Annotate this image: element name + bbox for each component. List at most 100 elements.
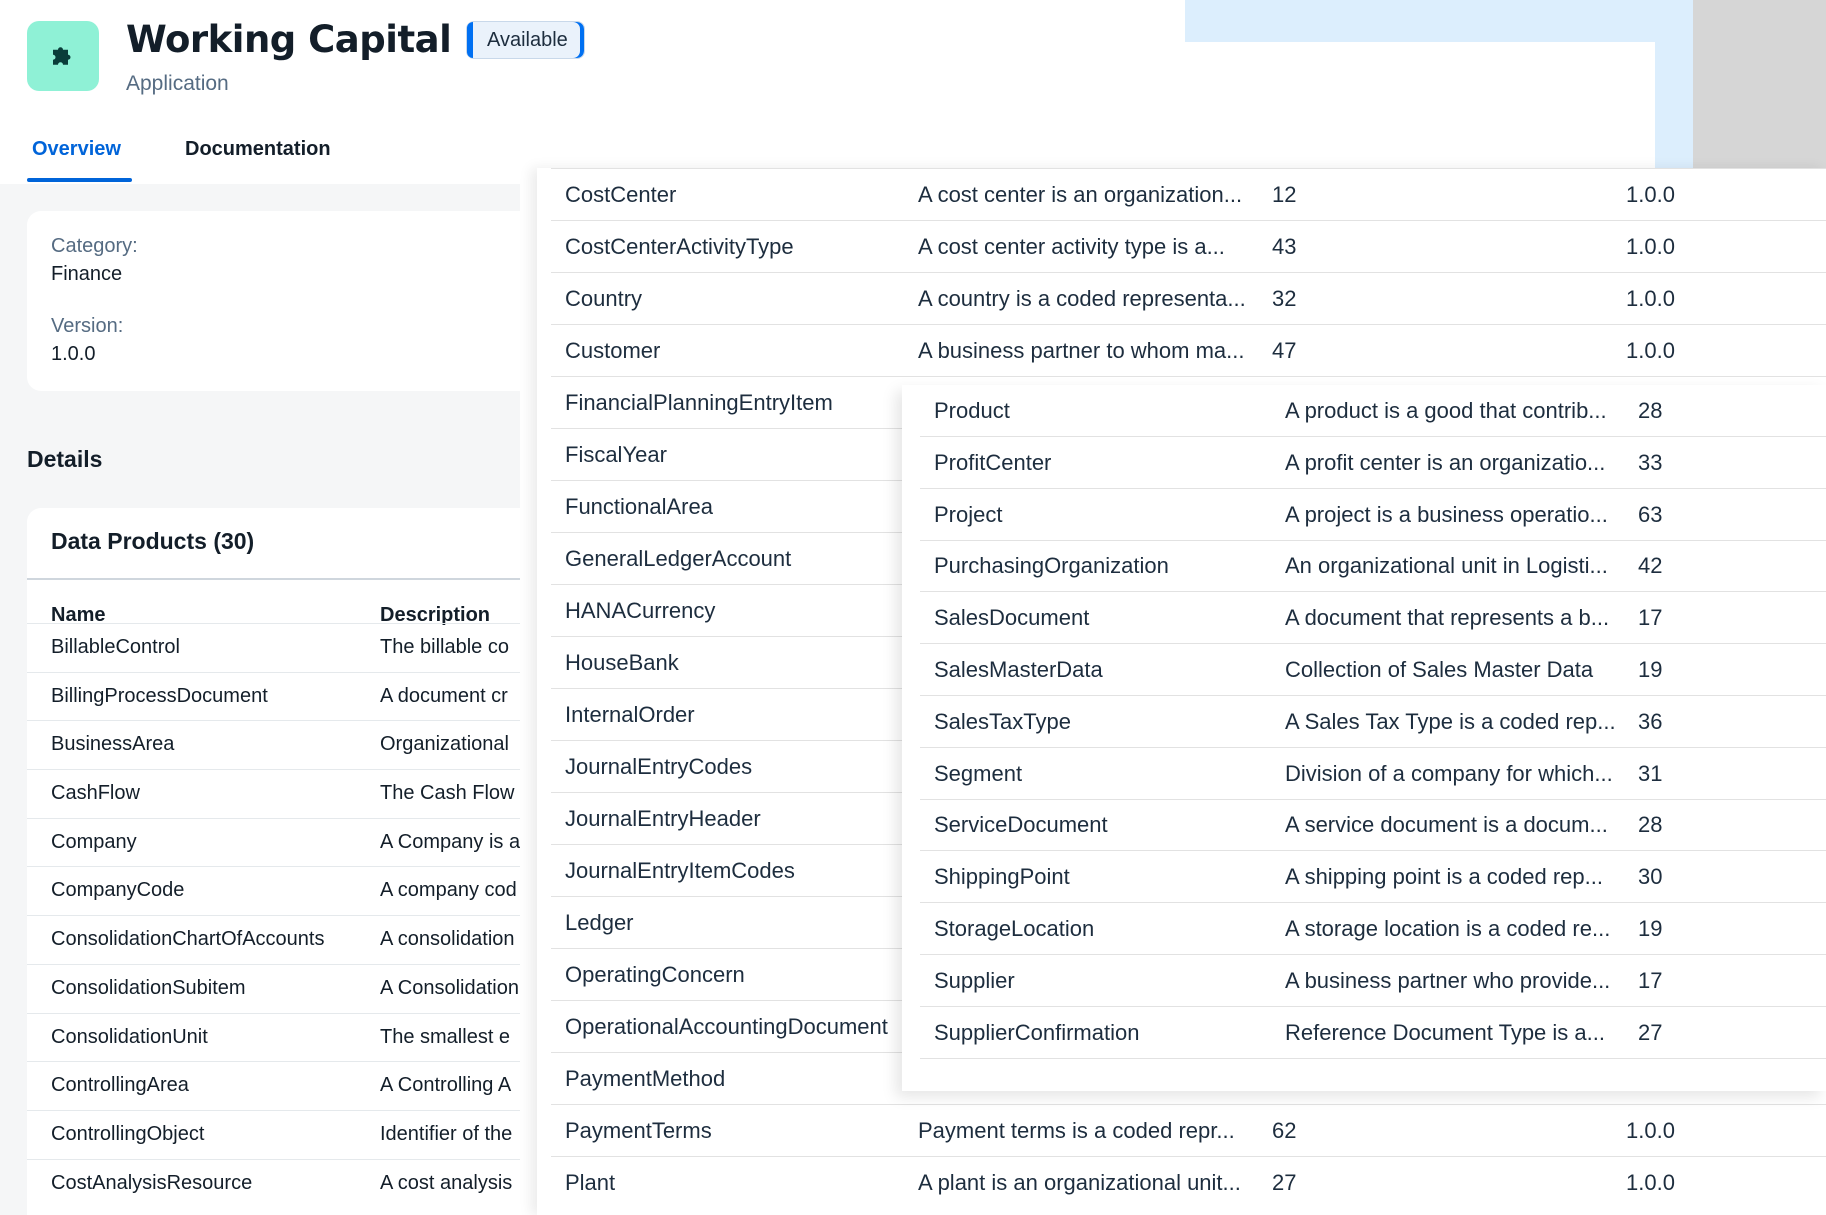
item-description: A business partner to whom ma... bbox=[918, 338, 1245, 363]
table-row[interactable]: Company A Company is a bbox=[27, 817, 520, 867]
list-item[interactable]: ShippingPoint A shipping point is a coded… bbox=[920, 851, 1826, 904]
list-item[interactable]: Plant A plant is an organizational unit..… bbox=[551, 1156, 1826, 1208]
list-item[interactable]: PaymentTerms Payment terms is a coded rep… bbox=[551, 1104, 1826, 1156]
row-description: A document cr bbox=[380, 684, 508, 707]
list-item[interactable]: PurchasingOrganization An organizational … bbox=[920, 540, 1826, 593]
details-heading: Details bbox=[27, 446, 103, 472]
item-description: Payment terms is a coded repr... bbox=[918, 1118, 1235, 1143]
item-count: 12 bbox=[1272, 182, 1297, 207]
item-name: ShippingPoint bbox=[934, 864, 1070, 890]
list-item[interactable]: Segment Division of a company for which..… bbox=[920, 748, 1826, 800]
item-name: Supplier bbox=[934, 967, 1015, 993]
background-panel-grey bbox=[1693, 0, 1826, 168]
list-item[interactable]: ServiceDocument A service document is a d… bbox=[920, 799, 1826, 852]
item-version: 1.0.0 bbox=[1626, 1170, 1675, 1195]
list-item[interactable]: SalesTaxType A Sales Tax Type is a coded … bbox=[920, 696, 1826, 748]
list-item[interactable]: SalesDocument A document that represents … bbox=[920, 592, 1826, 645]
table-row[interactable]: ControllingObject Identifier of the bbox=[27, 1109, 520, 1159]
item-description: An organizational unit in Logisti... bbox=[1285, 553, 1608, 579]
item-name: SupplierConfirmation bbox=[934, 1019, 1140, 1045]
item-name: JournalEntryItemCodes bbox=[565, 858, 795, 883]
table-row[interactable]: ControllingArea A Controlling A bbox=[27, 1061, 520, 1110]
item-name: InternalOrder bbox=[565, 702, 695, 727]
item-name: FinancialPlanningEntryItem bbox=[565, 390, 833, 415]
info-card: Category: Finance Version: 1.0.0 bbox=[27, 211, 520, 391]
item-name: Project bbox=[934, 501, 1003, 527]
row-name: ConsolidationUnit bbox=[51, 1025, 208, 1048]
item-name: ProfitCenter bbox=[934, 449, 1052, 475]
row-description: A Controlling A bbox=[380, 1074, 512, 1097]
tab-bar: Overview Documentation bbox=[0, 130, 520, 184]
row-description: The Cash Flow bbox=[380, 782, 515, 805]
list-item[interactable]: Project A project is a business operatio.… bbox=[920, 489, 1826, 541]
item-count: 19 bbox=[1638, 916, 1663, 941]
active-tab-indicator bbox=[27, 178, 132, 182]
item-name: PaymentMethod bbox=[565, 1066, 726, 1091]
item-count: 47 bbox=[1272, 338, 1297, 363]
table-row[interactable]: CompanyCode A company cod bbox=[27, 866, 520, 915]
item-version: 1.0.0 bbox=[1626, 1118, 1675, 1143]
item-description: A plant is an organizational unit... bbox=[918, 1170, 1241, 1195]
row-description: A cost analysis bbox=[380, 1171, 513, 1194]
item-name: ServiceDocument bbox=[934, 812, 1108, 838]
overview-content: Category: Finance Version: 1.0.0 Details… bbox=[0, 184, 520, 1215]
list-item[interactable]: CostCenterActivityType A cost center acti… bbox=[551, 220, 1826, 272]
item-description: A business partner who provide... bbox=[1285, 967, 1611, 993]
item-name: SalesDocument bbox=[934, 605, 1090, 631]
item-description: A product is a good that contrib... bbox=[1285, 398, 1607, 423]
item-count: 28 bbox=[1638, 812, 1663, 838]
row-name: ControllingObject bbox=[51, 1122, 205, 1145]
item-name: JournalEntryCodes bbox=[565, 754, 753, 779]
table-row[interactable]: CostAnalysisResource A cost analysis bbox=[27, 1158, 520, 1208]
list-item[interactable]: CostCenter A cost center is an organizati… bbox=[551, 168, 1826, 220]
item-count: 27 bbox=[1638, 1019, 1663, 1045]
item-description: A cost center is an organization... bbox=[918, 182, 1243, 207]
item-count: 30 bbox=[1638, 864, 1663, 890]
list-item[interactable]: StorageLocation A storage location is a c… bbox=[920, 903, 1826, 955]
tab-overview[interactable]: Overview bbox=[32, 138, 121, 161]
item-count: 43 bbox=[1272, 234, 1297, 259]
tab-documentation[interactable]: Documentation bbox=[185, 138, 331, 161]
item-name: Country bbox=[565, 286, 643, 311]
version-label: Version: bbox=[51, 315, 124, 337]
item-version: 1.0.0 bbox=[1626, 234, 1675, 259]
item-name: Customer bbox=[565, 338, 661, 363]
status-badge: Available bbox=[466, 21, 585, 59]
row-name: BillableControl bbox=[51, 636, 180, 658]
row-name: ControllingArea bbox=[51, 1074, 189, 1097]
item-name: CostCenterActivityType bbox=[565, 234, 794, 259]
row-name: BillingProcessDocument bbox=[51, 684, 268, 707]
table-row[interactable]: BusinessArea Organizational bbox=[27, 720, 520, 769]
item-name: PurchasingOrganization bbox=[934, 553, 1169, 579]
item-name: FunctionalArea bbox=[565, 494, 713, 519]
item-description: A Sales Tax Type is a coded rep... bbox=[1285, 708, 1616, 734]
list-item[interactable]: ProfitCenter A profit center is an organi… bbox=[920, 437, 1826, 489]
list-item[interactable]: Customer A business partner to whom ma...… bbox=[551, 324, 1826, 376]
item-count: 62 bbox=[1272, 1118, 1297, 1143]
item-version: 1.0.0 bbox=[1626, 182, 1675, 207]
table-row[interactable]: ConsolidationUnit The smallest e bbox=[27, 1012, 520, 1062]
list-item[interactable]: Supplier A business partner who provide..… bbox=[920, 955, 1826, 1007]
item-name: HANACurrency bbox=[565, 598, 716, 623]
row-description: A Consolidation bbox=[380, 976, 519, 999]
list-item[interactable]: Product A product is a good that contrib.… bbox=[920, 385, 1826, 437]
item-name: OperationalAccountingDocument bbox=[565, 1014, 888, 1039]
item-count: 31 bbox=[1638, 760, 1663, 786]
table-row[interactable]: ConsolidationSubitem A Consolidation bbox=[27, 963, 520, 1013]
item-count: 28 bbox=[1638, 398, 1663, 423]
table-row[interactable]: ConsolidationChartOfAccounts A consolidat… bbox=[27, 915, 520, 964]
data-products-table: BillableControl The billable co BillingPro… bbox=[27, 623, 520, 1207]
table-row[interactable]: BillableControl The billable co bbox=[27, 623, 520, 672]
row-name: CashFlow bbox=[51, 782, 140, 805]
table-row[interactable]: CashFlow The Cash Flow bbox=[27, 769, 520, 818]
item-description: A shipping point is a coded rep... bbox=[1285, 864, 1603, 890]
row-description: The billable co bbox=[380, 636, 509, 658]
item-description: A project is a business operatio... bbox=[1285, 501, 1608, 527]
item-count: 32 bbox=[1272, 286, 1297, 311]
list-item[interactable]: SalesMasterData Collection of Sales Maste… bbox=[920, 644, 1826, 696]
table-row[interactable]: BillingProcessDocument A document cr bbox=[27, 671, 520, 721]
item-name: FiscalYear bbox=[565, 442, 667, 467]
item-name: HouseBank bbox=[565, 650, 679, 675]
list-item[interactable]: Country A country is a coded representa..… bbox=[551, 272, 1826, 324]
list-item[interactable]: SupplierConfirmation Reference Document T… bbox=[920, 1007, 1826, 1059]
